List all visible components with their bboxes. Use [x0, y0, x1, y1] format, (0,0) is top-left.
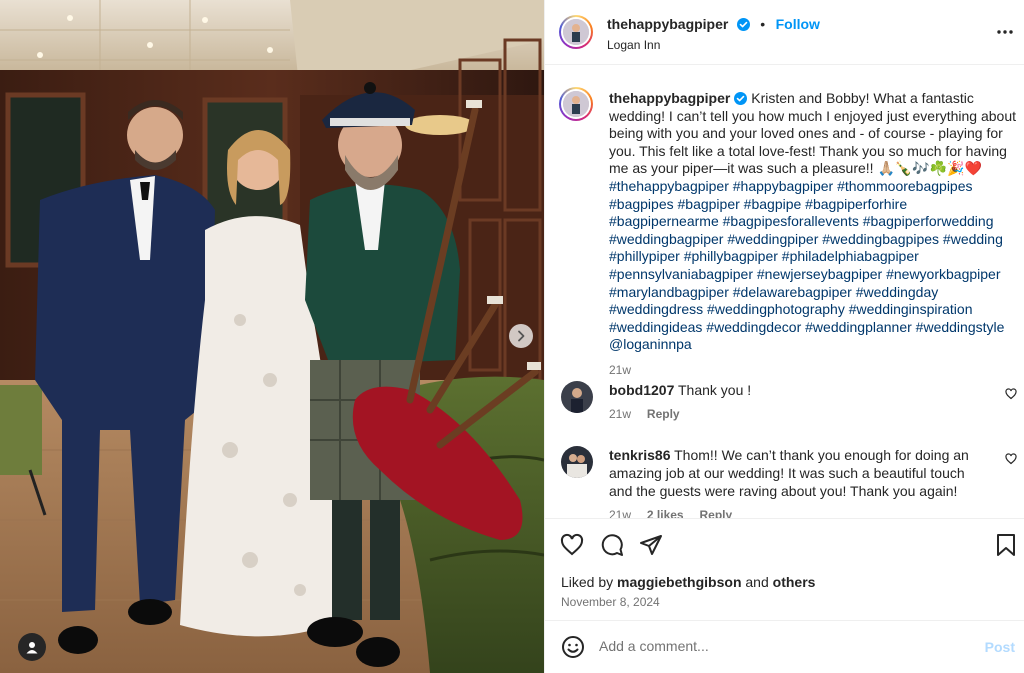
avatar-image	[563, 91, 589, 117]
wedding-photo-illustration	[0, 0, 544, 673]
caption-timestamp[interactable]: 21w	[609, 362, 1019, 380]
liked-by-and: and	[745, 574, 769, 590]
liked-by-summary[interactable]: Liked by maggiebethgibson and others	[561, 574, 815, 590]
reply-button[interactable]: Reply	[647, 407, 680, 421]
verified-badge-icon	[734, 92, 748, 105]
author-avatar[interactable]	[559, 15, 593, 49]
reply-button[interactable]: Reply	[700, 508, 733, 518]
comment-username[interactable]: tenkris86	[609, 447, 670, 463]
comment-likes-count[interactable]: 2 likes	[647, 508, 684, 518]
comment-icon	[601, 534, 623, 556]
post-location[interactable]: Logan Inn	[607, 38, 660, 52]
chevron-right-icon	[518, 330, 525, 342]
user-tag-icon	[26, 642, 38, 654]
comment-username[interactable]: bobd1207	[609, 382, 674, 398]
liked-by-others[interactable]: others	[773, 574, 816, 590]
comment-timestamp[interactable]: 21w	[609, 407, 631, 421]
avatar-image	[561, 446, 593, 478]
heart-icon	[1005, 388, 1017, 400]
caption-hashtags[interactable]: #thehappybagpiper #happybagpiper #thommo…	[609, 178, 1019, 354]
heart-icon	[1005, 453, 1017, 465]
liked-by-user[interactable]: maggiebethgibson	[617, 574, 741, 590]
separator-dot: •	[760, 16, 766, 32]
post-date[interactable]: November 8, 2024	[561, 595, 660, 609]
post-comment-button[interactable]: Post	[985, 639, 1015, 655]
post-header: thehappybagpiper • Follow Logan Inn	[545, 0, 1024, 65]
emoji-icon	[562, 636, 584, 658]
next-photo-button[interactable]	[509, 324, 533, 348]
avatar-image	[563, 19, 589, 45]
more-options-button[interactable]	[995, 22, 1015, 47]
emoji-button[interactable]	[561, 635, 585, 664]
avatar-image	[561, 381, 593, 413]
more-options-icon	[997, 30, 1013, 34]
commenter-avatar[interactable]	[561, 446, 593, 478]
post-actions: Liked by maggiebethgibson and others Nov…	[545, 519, 1024, 621]
comment-input[interactable]	[599, 633, 959, 659]
like-comment-button[interactable]	[1005, 452, 1017, 470]
like-button[interactable]	[560, 533, 584, 562]
heart-icon	[560, 533, 584, 556]
follow-button[interactable]: Follow	[776, 16, 820, 32]
caption-username[interactable]: thehappybagpiper	[609, 90, 730, 106]
caption-author-avatar[interactable]	[559, 87, 593, 121]
comments-section[interactable]: thehappybagpiper Kristen and Bobby! What…	[545, 65, 1024, 519]
comment-button[interactable]	[600, 533, 624, 562]
bookmark-icon	[997, 534, 1015, 556]
comment-text: Thank you !	[678, 382, 752, 398]
save-button[interactable]	[995, 533, 1017, 562]
verified-badge-icon	[736, 18, 750, 31]
author-username[interactable]: thehappybagpiper	[607, 16, 728, 32]
comment-item: bobd1207 Thank you ! 21w Reply	[561, 381, 1021, 429]
add-comment-bar: Post	[545, 621, 1024, 673]
post-details-panel: thehappybagpiper • Follow Logan Inn theh…	[544, 0, 1024, 673]
share-icon	[640, 535, 662, 555]
post-caption: thehappybagpiper Kristen and Bobby! What…	[609, 90, 1019, 380]
post-photo[interactable]	[0, 0, 544, 673]
liked-by-prefix: Liked by	[561, 574, 614, 590]
user-tags-button[interactable]	[18, 633, 46, 661]
like-comment-button[interactable]	[1005, 387, 1017, 405]
commenter-avatar[interactable]	[561, 381, 593, 413]
comment-timestamp[interactable]: 21w	[609, 508, 631, 518]
share-button[interactable]	[639, 533, 663, 562]
comment-item: tenkris86 Thom!! We can’t thank you enou…	[561, 446, 1021, 518]
